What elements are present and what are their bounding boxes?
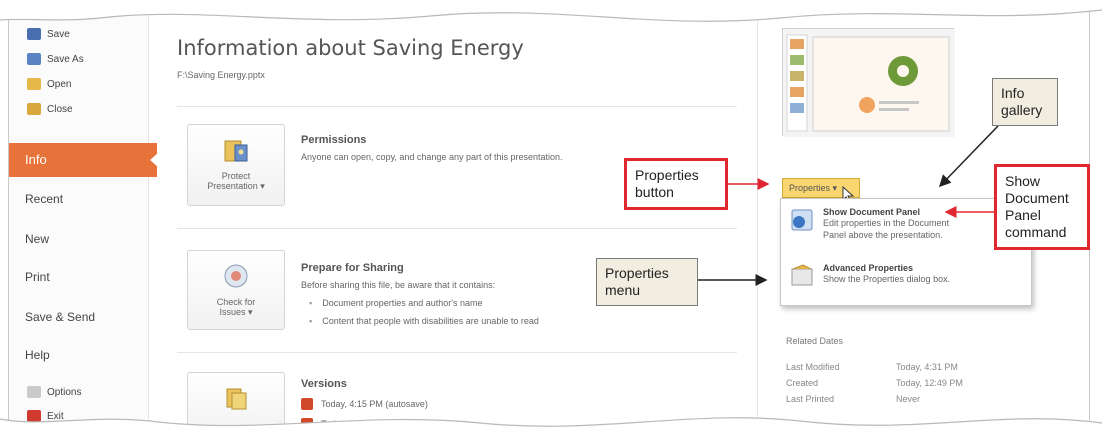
sidebar-item-save[interactable]: Save [27, 28, 70, 40]
sidebar-item-new[interactable]: New [25, 232, 49, 246]
advanced-properties-icon [791, 264, 813, 286]
save-as-icon [27, 53, 41, 65]
sharing-bullet: Content that people with disabilities ar… [309, 316, 539, 326]
callout-line: button [635, 184, 674, 200]
date-value: Today, 4:31 PM [896, 362, 958, 372]
date-row: Last Printed Never [786, 394, 920, 404]
info-panel: Information about Saving Energy F:\Savin… [149, 6, 749, 436]
callout-properties-button: Properties button [624, 158, 728, 210]
divider [177, 106, 737, 107]
divider [177, 228, 737, 229]
sidebar-item-label: Info [25, 152, 47, 167]
backstage-sidebar: Save Save As Open Close Info Recent New … [9, 6, 158, 436]
document-panel-icon [791, 209, 813, 231]
permissions-title: Permissions [301, 134, 367, 146]
check-issues-icon [224, 264, 248, 288]
divider [177, 352, 737, 353]
date-value: Today, 12:49 PM [896, 378, 963, 388]
powerpoint-icon [301, 398, 313, 410]
sidebar-item-options[interactable]: Options [27, 386, 81, 398]
sidebar-item-label: Save [47, 28, 70, 40]
callout-line: command [1005, 224, 1067, 240]
button-label-line1: Protect [221, 171, 251, 181]
sidebar-item-info[interactable]: Info [9, 143, 158, 177]
exit-icon [27, 410, 41, 422]
sidebar-item-label: Exit [47, 410, 64, 422]
menu-item-desc: Panel above the presentation. [823, 230, 943, 240]
manage-versions-button[interactable] [187, 372, 285, 436]
powerpoint-icon [301, 418, 313, 430]
version-row[interactable]: Today, 4:05 PM (autosave) [301, 418, 428, 430]
sidebar-item-save-send[interactable]: Save & Send [25, 310, 95, 324]
lock-key-icon [224, 140, 248, 162]
sidebar-item-help[interactable]: Help [25, 348, 50, 362]
related-dates-heading: Related Dates [786, 336, 844, 346]
button-label-line1: Check for [216, 297, 256, 307]
versions-icon [226, 388, 247, 410]
page-title: Information about Saving Energy [177, 36, 524, 60]
button-label-line2: Presentation ▾ [207, 181, 265, 191]
protect-presentation-button[interactable]: Protect Presentation ▾ [187, 124, 285, 206]
callout-line: Panel [1005, 207, 1041, 223]
menu-item-desc: Show the Properties dialog box. [823, 274, 951, 284]
callout-line: Properties [635, 167, 699, 183]
check-for-issues-button[interactable]: Check for Issues ▾ [187, 250, 285, 330]
sidebar-item-print[interactable]: Print [25, 270, 50, 284]
version-label: Today, 4:15 PM (autosave) [321, 399, 428, 409]
folder-open-icon [27, 78, 41, 90]
sidebar-item-open[interactable]: Open [27, 78, 71, 90]
sidebar-item-label: Options [47, 386, 82, 398]
permissions-text: Anyone can open, copy, and change any pa… [301, 152, 563, 162]
sidebar-item-label: Save As [47, 53, 84, 65]
floppy-icon [27, 28, 41, 40]
sharing-title: Prepare for Sharing [301, 262, 404, 274]
version-label: Today, 4:05 PM (autosave) [321, 419, 428, 429]
menu-item-title: Show Document Panel [823, 207, 921, 217]
sidebar-item-label: Open [47, 78, 72, 90]
sidebar-item-label: Close [47, 103, 73, 115]
date-row: Created Today, 12:49 PM [786, 378, 963, 388]
sidebar-item-close[interactable]: Close [27, 103, 73, 115]
versions-title: Versions [301, 378, 347, 390]
sidebar-item-recent[interactable]: Recent [25, 192, 63, 206]
advanced-properties-command[interactable]: Advanced Properties Show the Properties … [789, 263, 950, 289]
date-label: Created [786, 378, 819, 388]
callout-show-document-panel: Show Document Panel command [994, 164, 1090, 250]
callout-properties-menu: Properties menu [596, 258, 698, 306]
menu-item-desc: Edit properties in the Document [823, 218, 950, 228]
file-path: F:\Saving Energy.pptx [177, 70, 265, 80]
sidebar-item-save-as[interactable]: Save As [27, 53, 84, 65]
screenshot-stage: Save Save As Open Close Info Recent New … [0, 0, 1102, 441]
slide-preview-image [783, 29, 955, 137]
callout-line: Show [1005, 173, 1041, 189]
callout-line: Properties [605, 265, 669, 281]
backstage-window: Save Save As Open Close Info Recent New … [8, 6, 1090, 436]
version-row[interactable]: Today, 4:15 PM (autosave) [301, 398, 428, 410]
menu-item-title: Advanced Properties [823, 263, 914, 273]
slide-thumbnail [782, 28, 955, 137]
callout-line: Document [1005, 190, 1069, 206]
folder-close-icon [27, 103, 41, 115]
callout-line: menu [605, 282, 641, 298]
sharing-text: Before sharing this file, be aware that … [301, 280, 496, 290]
button-label-line2: Issues ▾ [219, 307, 253, 317]
sidebar-item-exit[interactable]: Exit [27, 410, 64, 422]
sharing-bullet: Document properties and author's name [309, 298, 482, 308]
date-label: Last Modified [786, 362, 840, 372]
date-value: Never [896, 394, 921, 404]
show-document-panel-command[interactable]: Show Document Panel Edit properties in t… [789, 207, 949, 241]
date-label: Last Printed [786, 394, 835, 404]
options-icon [27, 386, 41, 398]
callout-line: Info [1001, 85, 1025, 101]
date-row: Last Modified Today, 4:31 PM [786, 362, 958, 372]
callout-info-gallery: Info gallery [992, 78, 1058, 126]
callout-line: gallery [1001, 102, 1043, 118]
